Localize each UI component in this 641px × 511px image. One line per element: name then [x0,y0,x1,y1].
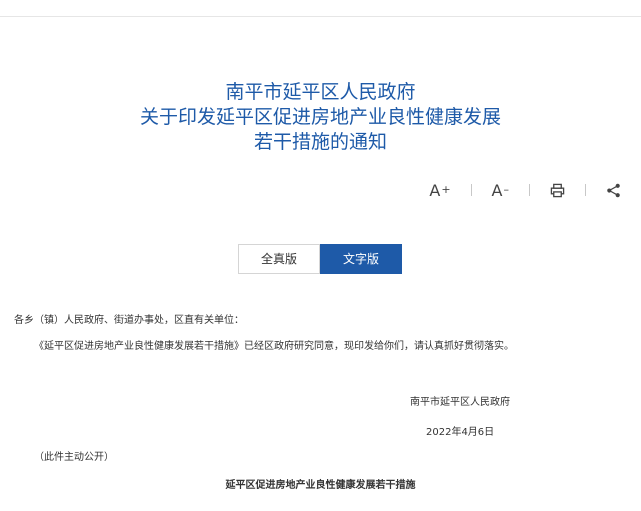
title-line-3: 若干措施的通知 [253,131,387,153]
toolbar-divider [529,184,530,196]
tab-full-version[interactable]: 全真版 [238,244,320,274]
article-toolbar: A + A – [423,178,627,202]
view-mode-tabs: 全真版 文字版 [238,244,402,274]
font-increase-suffix: + [441,182,451,196]
disclosure-note: （此件主动公开） [34,452,114,463]
printer-icon [550,183,565,197]
font-increase-button[interactable]: A + [423,178,456,202]
content-paragraph: 《延平区促进房地产业良性健康发展若干措施》已经区政府研究同意，现印发给你们，请认… [34,341,514,352]
font-decrease-suffix: – [503,182,510,196]
signature-text: 南平市延平区人民政府 [410,397,510,408]
share-icon [607,183,620,197]
page-title: 南平市延平区人民政府 关于印发延平区促进房地产业良性健康发展 若干措施的通知 [0,80,641,155]
font-increase-label: A [429,180,441,200]
toolbar-divider [470,184,472,196]
tab-text-version[interactable]: 文字版 [320,244,402,274]
font-decrease-button[interactable]: A – [486,178,515,202]
title-line-2: 关于印发延平区促进房地产业良性健康发展 [139,106,501,128]
salutation-text: 各乡（镇）人民政府、街道办事处，区直有关单位： [14,315,244,326]
toolbar-divider [585,184,586,196]
share-button[interactable] [600,178,627,202]
font-decrease-label: A [491,180,503,200]
top-divider [0,16,641,17]
attachment-title: 延平区促进房地产业良性健康发展若干措施 [225,480,416,491]
title-line-1: 南平市延平区人民政府 [225,81,416,103]
date-text: 2022年4月6日 [426,427,495,438]
print-button[interactable] [544,178,571,202]
